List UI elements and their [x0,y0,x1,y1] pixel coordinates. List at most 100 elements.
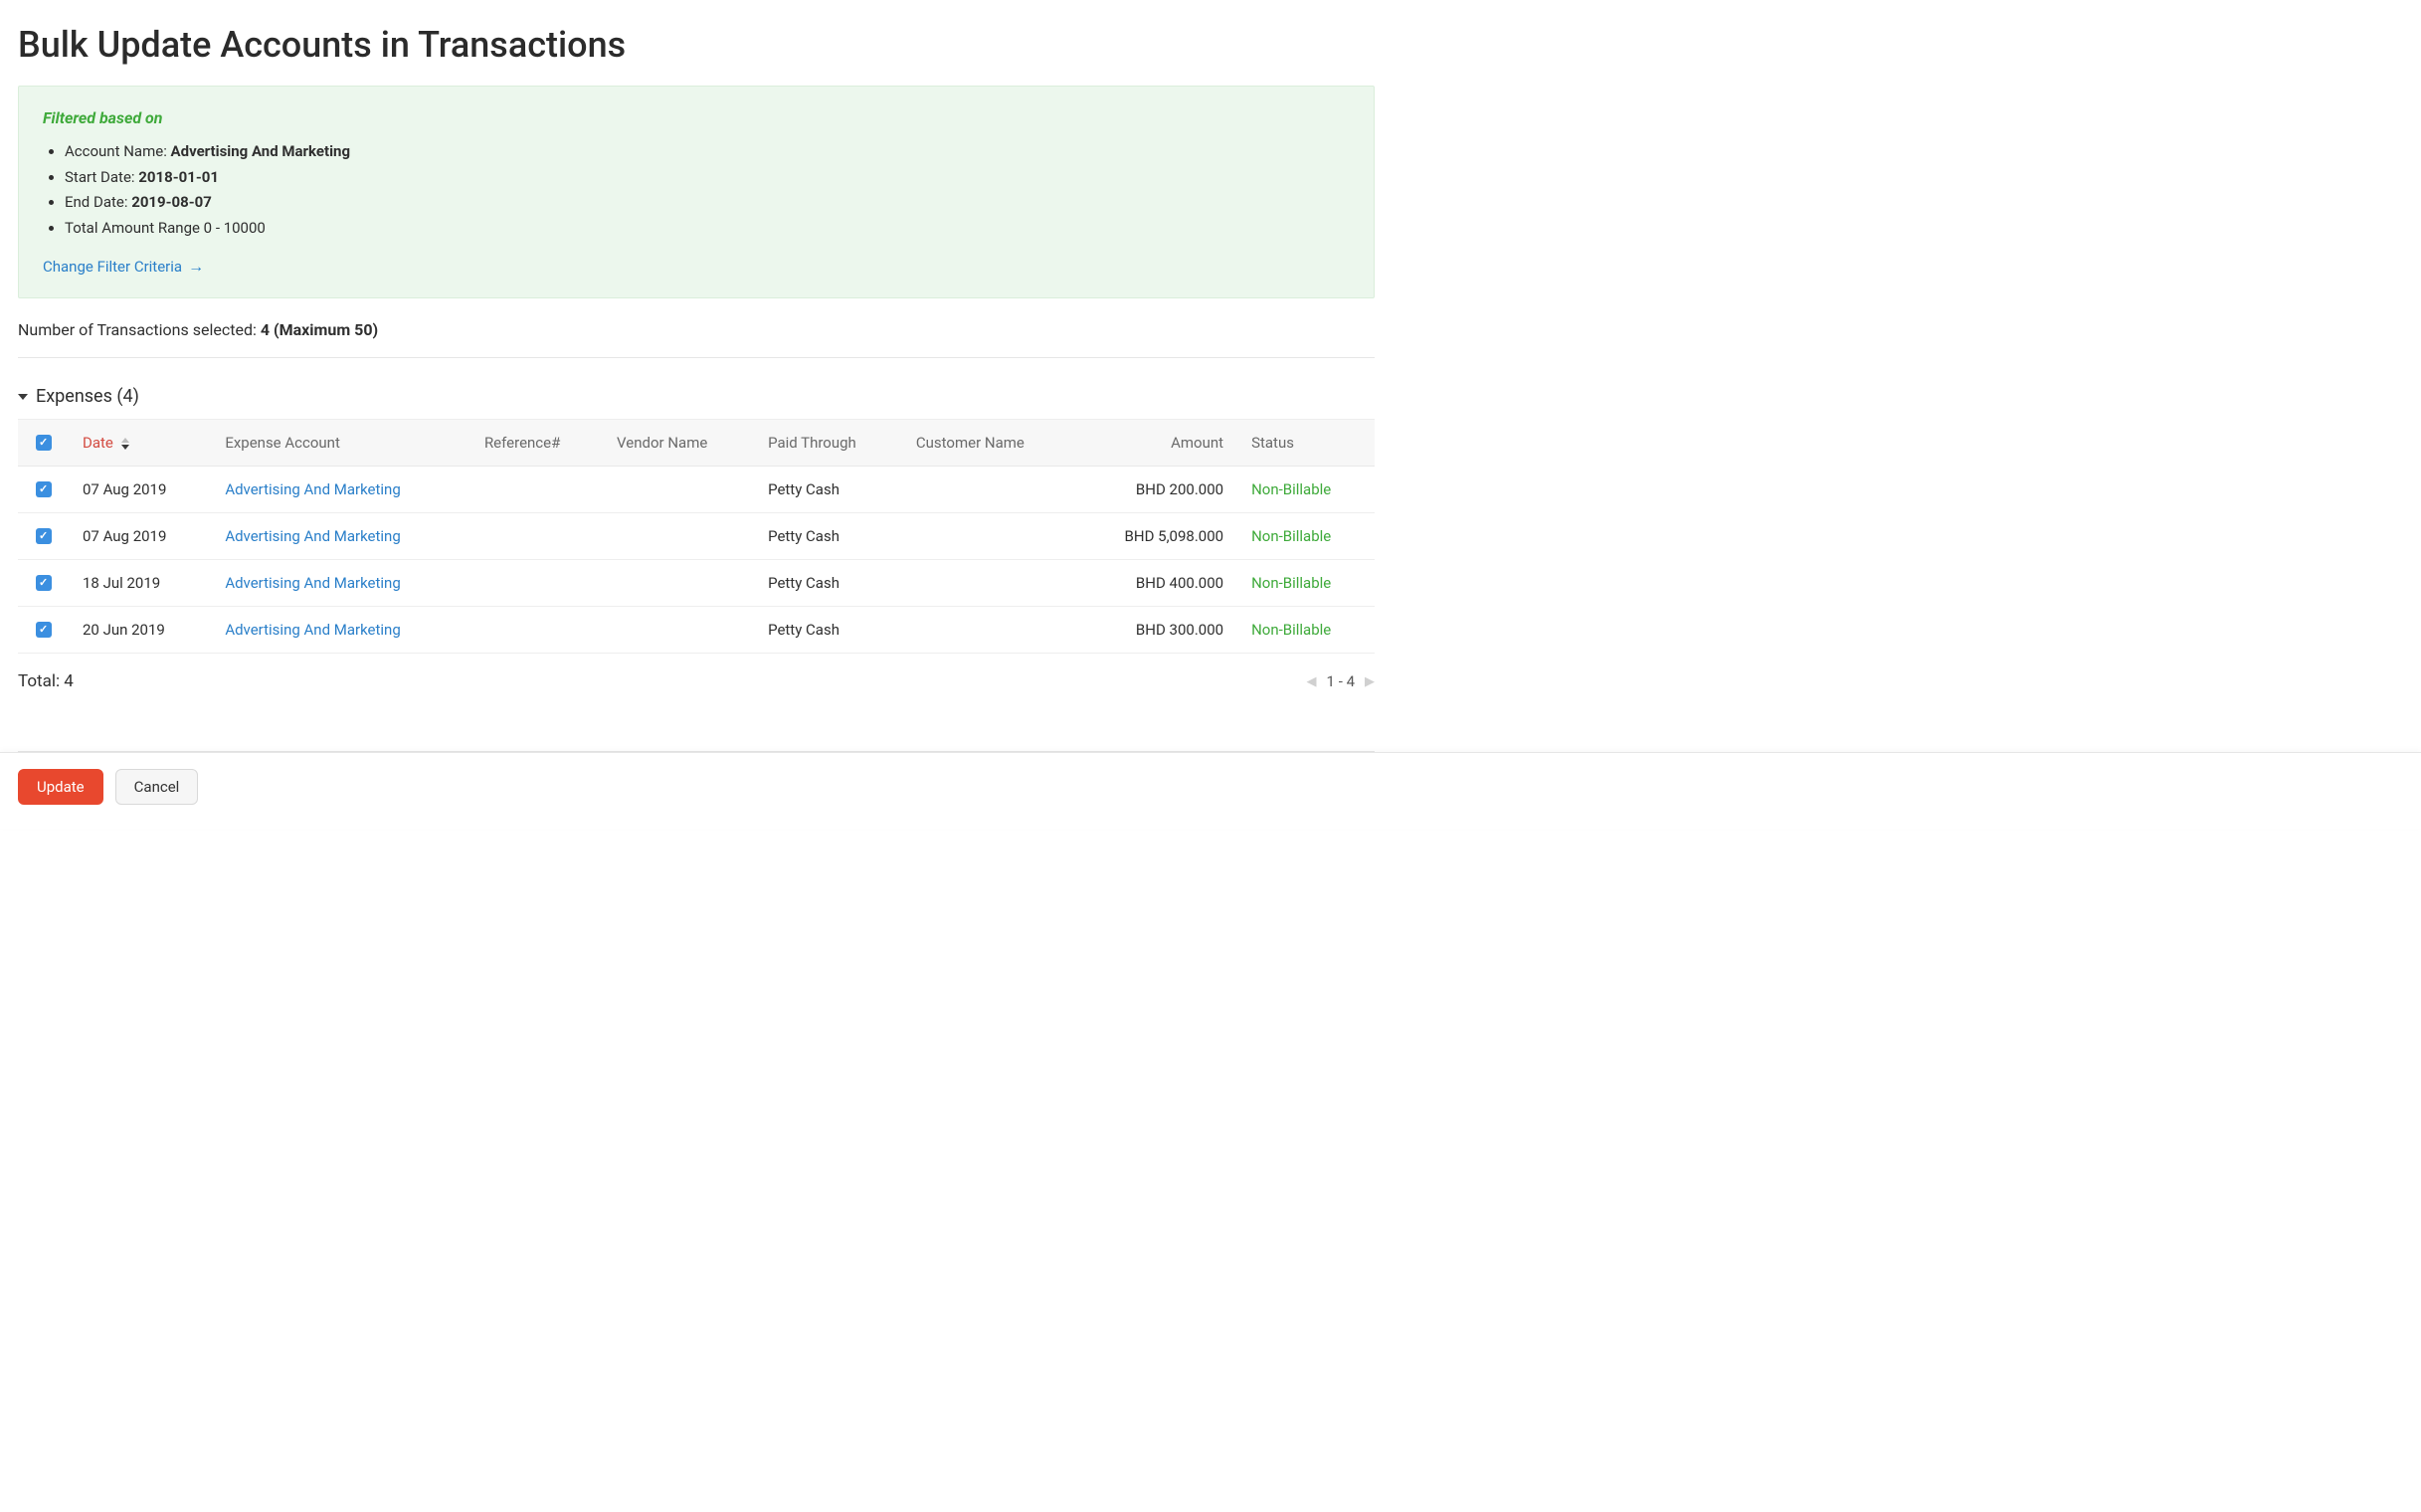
cell-reference [470,560,603,607]
expense-account-link[interactable]: Advertising And Marketing [225,621,400,639]
row-checkbox-cell [18,513,69,560]
cell-paid-through: Petty Cash [754,560,902,607]
cell-amount: BHD 400.000 [1076,560,1238,607]
cell-status: Non-Billable [1237,513,1375,560]
filter-heading: Filtered based on [43,108,1350,127]
section-title: Expenses (4) [36,386,139,407]
sort-icon [121,438,129,450]
filter-item-value: 2019-08-07 [131,193,212,211]
caret-down-icon [18,394,28,400]
page-container: Bulk Update Accounts in Transactions Fil… [0,0,1393,752]
cell-customer-name [902,513,1076,560]
expense-account-link[interactable]: Advertising And Marketing [225,527,400,545]
total-text: Total: 4 [18,671,74,691]
cell-reference [470,607,603,654]
selected-count-value: 4 (Maximum 50) [261,320,378,339]
cell-date: 20 Jun 2019 [69,607,211,654]
cell-amount: BHD 5,098.000 [1076,513,1238,560]
row-checkbox-cell [18,467,69,513]
header-amount[interactable]: Amount [1076,420,1238,467]
filter-item-label: Account Name: [65,142,171,160]
pager-next-icon[interactable]: ▶ [1365,674,1375,689]
row-checkbox[interactable] [36,575,52,591]
cell-paid-through: Petty Cash [754,513,902,560]
table-body: 07 Aug 2019 Advertising And Marketing Pett… [18,467,1375,654]
header-expense-account[interactable]: Expense Account [211,420,470,467]
table-footer: Total: 4 ◀ 1 - 4 ▶ [18,671,1375,691]
row-checkbox[interactable] [36,481,52,497]
header-customer-name[interactable]: Customer Name [902,420,1076,467]
divider [18,357,1375,358]
cell-customer-name [902,560,1076,607]
header-date-label: Date [83,434,113,452]
header-reference[interactable]: Reference# [470,420,603,467]
cell-status: Non-Billable [1237,607,1375,654]
header-status[interactable]: Status [1237,420,1375,467]
cell-paid-through: Petty Cash [754,467,902,513]
filter-item-label: End Date: [65,193,131,211]
table-row: 20 Jun 2019 Advertising And Marketing Pett… [18,607,1375,654]
selected-count-row: Number of Transactions selected: 4 (Maxi… [18,320,1375,339]
header-checkbox-cell [18,420,69,467]
pager: ◀ 1 - 4 ▶ [1307,672,1375,690]
cell-date: 07 Aug 2019 [69,467,211,513]
select-all-checkbox[interactable] [36,435,52,451]
page-title: Bulk Update Accounts in Transactions [18,24,1375,66]
table-row: 18 Jul 2019 Advertising And Marketing Pett… [18,560,1375,607]
filter-item-value: Advertising And Marketing [171,142,350,160]
expenses-table-wrap: Date Expense Account Reference# Vendor N… [18,419,1375,654]
cell-expense-account: Advertising And Marketing [211,560,470,607]
cell-date: 18 Jul 2019 [69,560,211,607]
filter-item: End Date: 2019-08-07 [65,190,1350,216]
table-header: Date Expense Account Reference# Vendor N… [18,420,1375,467]
row-checkbox[interactable] [36,622,52,638]
filter-list: Account Name: Advertising And Marketing … [43,139,1350,241]
filter-panel: Filtered based on Account Name: Advertis… [18,86,1375,298]
filter-item-label: Total Amount Range 0 - 10000 [65,219,266,237]
change-filter-link-label: Change Filter Criteria [43,258,182,276]
cell-vendor-name [603,560,754,607]
change-filter-link[interactable]: Change Filter Criteria → [43,258,204,276]
cell-vendor-name [603,513,754,560]
cell-vendor-name [603,607,754,654]
pager-prev-icon[interactable]: ◀ [1307,674,1317,689]
cell-date: 07 Aug 2019 [69,513,211,560]
cell-customer-name [902,467,1076,513]
header-paid-through[interactable]: Paid Through [754,420,902,467]
cell-expense-account: Advertising And Marketing [211,513,470,560]
cell-reference [470,513,603,560]
expenses-table: Date Expense Account Reference# Vendor N… [18,420,1375,653]
filter-item: Account Name: Advertising And Marketing [65,139,1350,165]
row-checkbox-cell [18,560,69,607]
filter-item-label: Start Date: [65,168,138,186]
selected-count-label: Number of Transactions selected: [18,320,261,339]
row-checkbox[interactable] [36,528,52,544]
cell-customer-name [902,607,1076,654]
action-bar-wrap: Update Cancel [0,752,2421,829]
table-row: 07 Aug 2019 Advertising And Marketing Pett… [18,513,1375,560]
cell-expense-account: Advertising And Marketing [211,607,470,654]
cell-status: Non-Billable [1237,467,1375,513]
cell-status: Non-Billable [1237,560,1375,607]
cell-vendor-name [603,467,754,513]
header-date[interactable]: Date [69,420,211,467]
cell-reference [470,467,603,513]
arrow-right-icon: → [188,259,204,275]
expense-account-link[interactable]: Advertising And Marketing [225,480,400,498]
filter-item: Total Amount Range 0 - 10000 [65,216,1350,242]
cell-expense-account: Advertising And Marketing [211,467,470,513]
cell-paid-through: Petty Cash [754,607,902,654]
cell-amount: BHD 200.000 [1076,467,1238,513]
table-row: 07 Aug 2019 Advertising And Marketing Pett… [18,467,1375,513]
row-checkbox-cell [18,607,69,654]
expense-account-link[interactable]: Advertising And Marketing [225,574,400,592]
action-bar: Update Cancel [18,769,1410,805]
cancel-button[interactable]: Cancel [115,769,199,805]
header-vendor-name[interactable]: Vendor Name [603,420,754,467]
cell-amount: BHD 300.000 [1076,607,1238,654]
update-button[interactable]: Update [18,769,103,805]
filter-item: Start Date: 2018-01-01 [65,165,1350,191]
filter-item-value: 2018-01-01 [138,168,219,186]
section-header-expenses[interactable]: Expenses (4) [18,386,1375,407]
pager-range: 1 - 4 [1327,672,1355,690]
